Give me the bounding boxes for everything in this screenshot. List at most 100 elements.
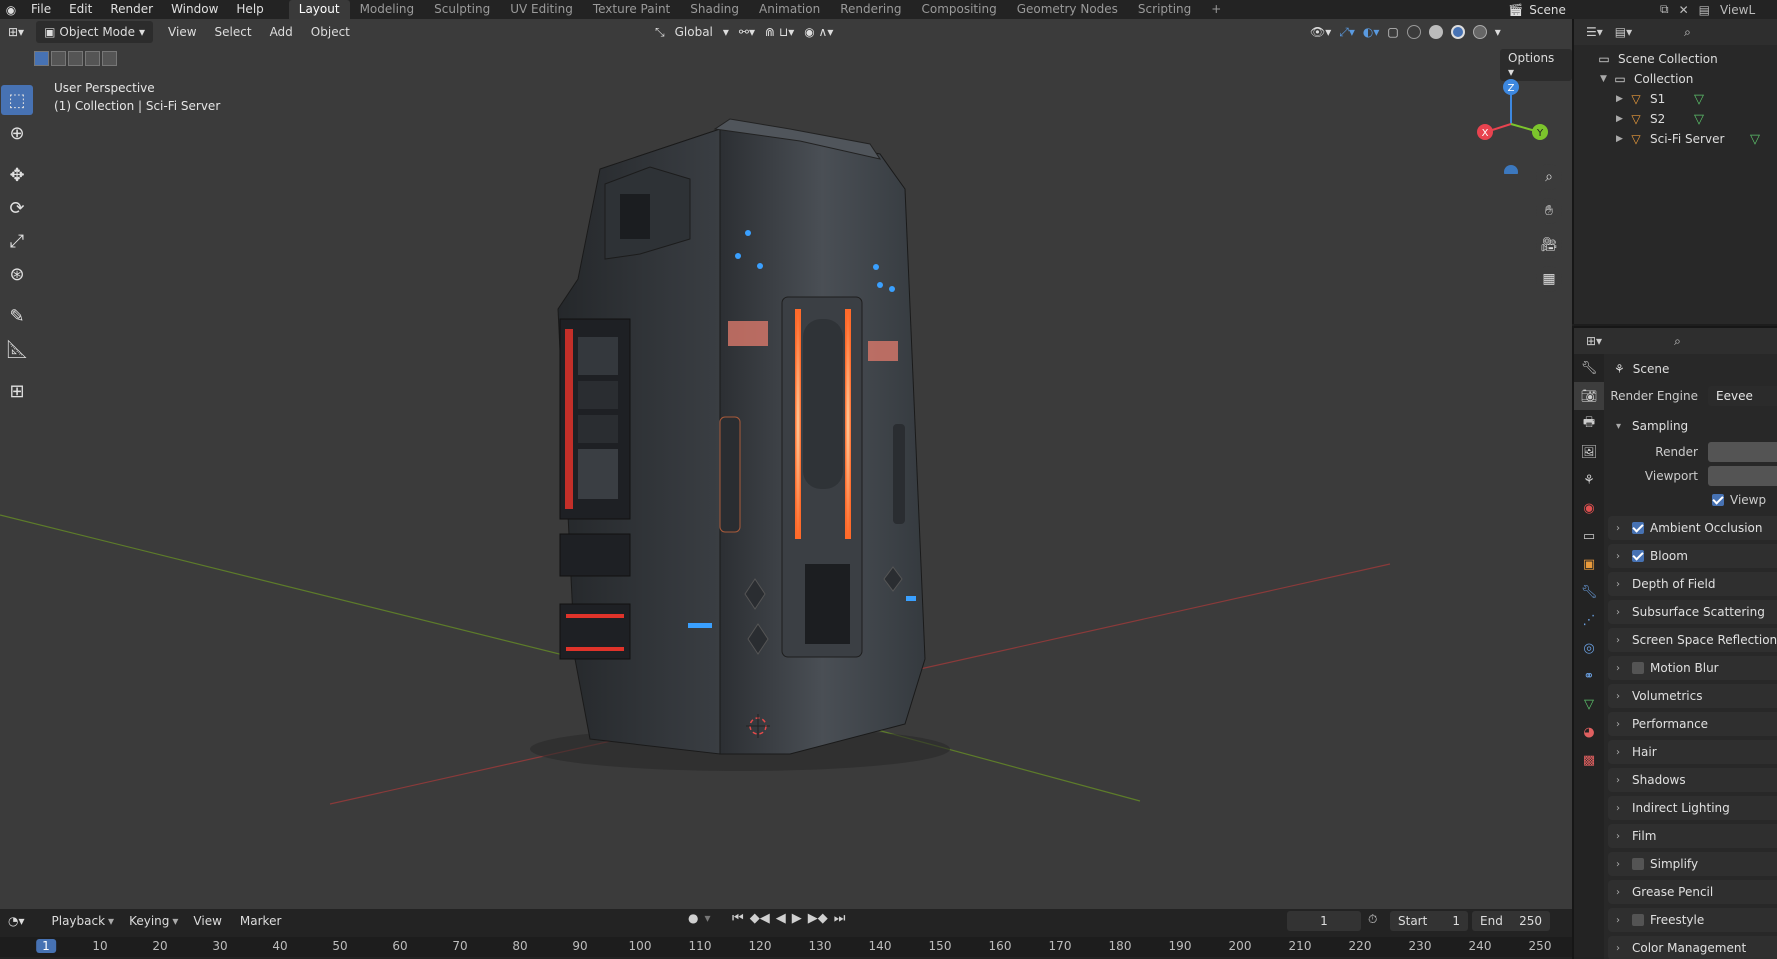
panel-depth-of-field[interactable]: › Depth of Field xyxy=(1608,572,1777,596)
select-invert-icon[interactable] xyxy=(85,51,100,66)
display-mode-icon[interactable]: ▤▾ xyxy=(1615,25,1632,39)
menu-help[interactable]: Help xyxy=(227,0,272,19)
panel-sampling[interactable]: ▾ Sampling xyxy=(1608,414,1777,438)
tab-sculpting[interactable]: Sculpting xyxy=(424,0,500,19)
end-frame-field[interactable]: End 250 xyxy=(1472,911,1550,931)
add-cube-tool-icon[interactable]: ⊞ xyxy=(1,376,33,406)
pivot-icon[interactable]: ⚯▾ xyxy=(739,25,755,39)
panel-ambient-occlusion[interactable]: › Ambient Occlusion xyxy=(1608,516,1777,540)
play-icon[interactable]: ▶ xyxy=(792,911,802,926)
editor-type-button[interactable]: ◔▾ xyxy=(0,910,33,932)
prev-keyframe-icon[interactable]: ◆◀ xyxy=(750,911,770,926)
rotate-tool-icon[interactable]: ⟳ xyxy=(1,193,33,223)
frame-ruler[interactable]: 1 10 20 30 40 50 60 70 80 90 100 110 120 130 140 150 160… xyxy=(0,937,1572,957)
blender-logo-icon[interactable]: ◉ xyxy=(0,0,22,19)
viewport-denoise-field[interactable]: Viewp xyxy=(1608,488,1777,512)
scene-selector[interactable]: 🎬︎ Scene xyxy=(1508,0,1566,19)
outliner-object-row[interactable]: ▶ ▽ Sci-Fi Server ▽ xyxy=(1574,129,1777,149)
play-reverse-icon[interactable]: ◀ xyxy=(776,911,786,926)
select-new-icon[interactable] xyxy=(34,51,49,66)
menu-render[interactable]: Render xyxy=(101,0,162,19)
select-box-tool-icon[interactable]: ⬚ xyxy=(1,85,33,115)
viewport-samples-input[interactable] xyxy=(1708,466,1777,486)
particles-tab-icon[interactable]: ⋰ xyxy=(1574,606,1604,634)
panel-subsurface-scattering[interactable]: › Subsurface Scattering xyxy=(1608,600,1777,624)
visibility-icon[interactable]: 👁︎▾ xyxy=(1310,25,1331,39)
view-layer-tab-icon[interactable]: 🖼︎ xyxy=(1574,438,1604,466)
stopwatch-icon[interactable]: ⏱︎ xyxy=(1368,912,1377,927)
tab-rendering[interactable]: Rendering xyxy=(830,0,911,19)
tab-modeling[interactable]: Modeling xyxy=(350,0,425,19)
close-icon[interactable]: ✕ xyxy=(1679,3,1689,17)
output-tab-icon[interactable]: 🖶 xyxy=(1574,410,1604,438)
collection-tab-icon[interactable]: ▭ xyxy=(1574,522,1604,550)
menu-window[interactable]: Window xyxy=(162,0,227,19)
expand-arrow-icon[interactable]: ▶ xyxy=(1616,94,1628,104)
viewport-menu-object[interactable]: Object xyxy=(302,25,359,39)
tab-compositing[interactable]: Compositing xyxy=(911,0,1006,19)
zoom-icon[interactable]: ⌕ xyxy=(1536,164,1562,190)
navigation-gizmo[interactable]: Z X Y xyxy=(1466,74,1556,174)
modifier-tab-icon[interactable]: 🔧︎ xyxy=(1574,578,1604,606)
panel-simplify[interactable]: › Simplify xyxy=(1608,852,1777,876)
annotate-tool-icon[interactable]: ✎ xyxy=(1,301,33,331)
panel-screen-space-reflections[interactable]: › Screen Space Reflections xyxy=(1608,628,1777,652)
tab-uv-editing[interactable]: UV Editing xyxy=(500,0,583,19)
panel-color-management[interactable]: › Color Management xyxy=(1608,936,1777,959)
object-tab-icon[interactable]: ▣ xyxy=(1574,550,1604,578)
gizmo-toggle-icon[interactable]: ⤢▾ xyxy=(1339,25,1355,40)
editor-type-button[interactable]: ⊞▾ xyxy=(0,21,32,43)
render-engine-select[interactable]: Eevee xyxy=(1708,386,1777,406)
panel-indirect-lighting[interactable]: › Indirect Lighting xyxy=(1608,796,1777,820)
chevron-down-icon[interactable]: ▾ xyxy=(1495,25,1501,39)
outliner-object-row[interactable]: ▶ ▽ S2 ▽ xyxy=(1574,109,1777,129)
start-frame-field[interactable]: Start 1 xyxy=(1390,911,1468,931)
mesh-data-icon[interactable]: ▽ xyxy=(1694,112,1704,127)
checkbox-icon[interactable] xyxy=(1632,858,1644,870)
transform-orientation[interactable]: Global xyxy=(675,25,713,39)
select-subtract-icon[interactable] xyxy=(68,51,83,66)
checkbox-icon[interactable] xyxy=(1632,914,1644,926)
move-tool-icon[interactable]: ✥ xyxy=(1,160,33,190)
panel-performance[interactable]: › Performance xyxy=(1608,712,1777,736)
current-frame-field[interactable]: 1 xyxy=(1287,911,1361,931)
camera-view-icon[interactable]: 🎥︎ xyxy=(1536,232,1562,258)
editor-type-button[interactable]: ☰▾ xyxy=(1586,25,1603,39)
solid-shading-icon[interactable] xyxy=(1428,25,1443,39)
rendered-shading-icon[interactable] xyxy=(1472,25,1487,39)
timeline-menu-marker[interactable]: Marker xyxy=(231,914,290,928)
viewport-menu-view[interactable]: View xyxy=(159,25,205,39)
tab-texture-paint[interactable]: Texture Paint xyxy=(583,0,680,19)
scene-collection-row[interactable]: ▭ Scene Collection xyxy=(1574,49,1777,69)
proportional-edit-icon[interactable]: ◉ ∧▾ xyxy=(804,25,833,39)
texture-tab-icon[interactable]: ▩ xyxy=(1574,746,1604,774)
snap-icon[interactable]: ⋒ ⊔▾ xyxy=(765,25,794,39)
search-icon[interactable]: ⌕ xyxy=(1684,25,1691,40)
constraints-tab-icon[interactable]: ⚭ xyxy=(1574,662,1604,690)
checkbox-icon[interactable] xyxy=(1712,494,1724,506)
checkbox-icon[interactable] xyxy=(1632,662,1644,674)
viewport-menu-select[interactable]: Select xyxy=(206,25,261,39)
timeline-menu-keying[interactable]: Keying xyxy=(120,914,178,928)
jump-start-icon[interactable]: ⏮ xyxy=(732,911,744,926)
scene-tab-icon[interactable]: ⚘ xyxy=(1574,466,1604,494)
add-workspace-button[interactable]: + xyxy=(1201,0,1231,19)
panel-shadows[interactable]: › Shadows xyxy=(1608,768,1777,792)
view-layer-icon[interactable]: ▤ xyxy=(1699,3,1710,17)
overlay-toggle-icon[interactable]: ◐▾ xyxy=(1363,25,1380,39)
outliner-object-row[interactable]: ▶ ▽ S1 ▽ xyxy=(1574,89,1777,109)
tab-geometry-nodes[interactable]: Geometry Nodes xyxy=(1007,0,1128,19)
record-icon[interactable]: ● xyxy=(688,911,698,925)
render-samples-input[interactable] xyxy=(1708,442,1777,462)
xray-icon[interactable]: ▢ xyxy=(1387,25,1398,39)
search-icon[interactable]: ⌕ xyxy=(1674,334,1681,349)
transform-tool-icon[interactable]: ⊛ xyxy=(1,259,33,289)
select-intersect-icon[interactable] xyxy=(102,51,117,66)
collection-row[interactable]: ▼ ▭ Collection xyxy=(1574,69,1777,89)
panel-film[interactable]: › Film xyxy=(1608,824,1777,848)
checkbox-icon[interactable] xyxy=(1632,550,1644,562)
pan-hand-icon[interactable]: ✋︎ xyxy=(1536,198,1562,224)
measure-tool-icon[interactable]: 📐︎ xyxy=(1,334,33,364)
panel-grease-pencil[interactable]: › Grease Pencil xyxy=(1608,880,1777,904)
physics-tab-icon[interactable]: ◎ xyxy=(1574,634,1604,662)
